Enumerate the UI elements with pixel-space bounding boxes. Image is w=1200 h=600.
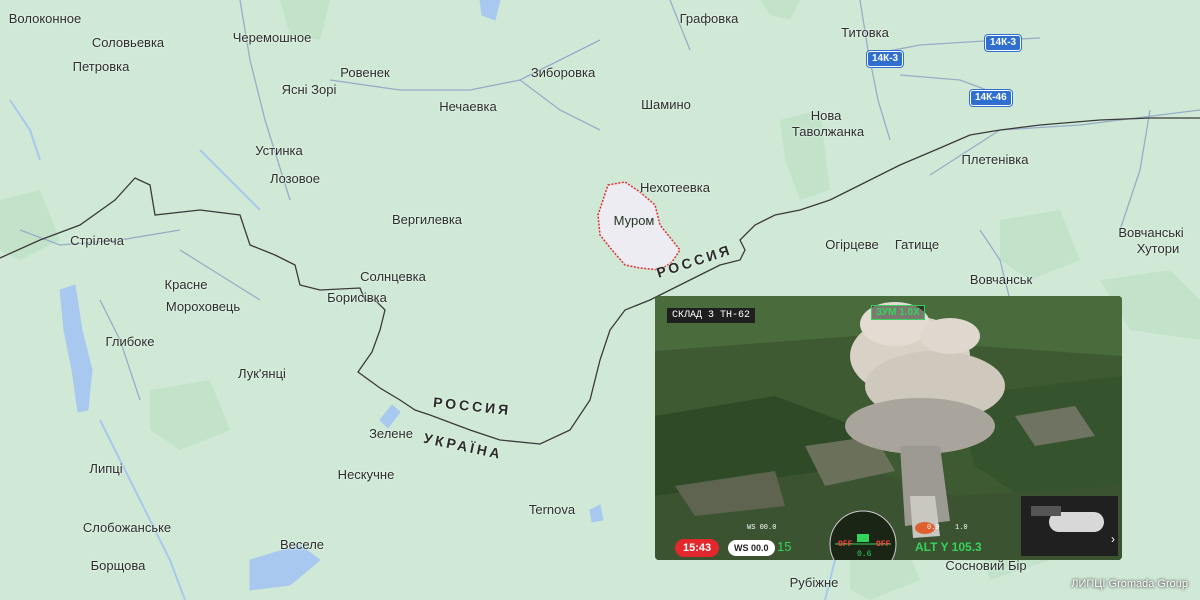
place-label[interactable]: Черемошное (233, 30, 312, 45)
place-label[interactable]: Графовка (680, 11, 739, 26)
place-label[interactable]: Шамино (641, 97, 691, 112)
drone-video-overlay[interactable]: СКЛАД 3 ТН-62 ЗУМ 1.0X 15:43 WS 00.0 15 … (655, 296, 1122, 560)
zoom-indicator: ЗУМ 1.0X (871, 305, 925, 320)
place-label[interactable]: Нескучне (338, 467, 395, 482)
mini-val-right: 1.0 (955, 524, 968, 532)
place-label[interactable]: Борщова (91, 558, 146, 573)
place-label[interactable]: Слобожанське (83, 520, 171, 535)
place-label[interactable]: Нова (811, 108, 842, 123)
place-label[interactable]: Вергилевка (392, 212, 462, 227)
place-label[interactable]: Титовка (841, 25, 889, 40)
place-label[interactable]: Красне (165, 277, 208, 292)
place-label[interactable]: Лук'янці (238, 366, 286, 381)
place-label[interactable]: Волоконное (9, 11, 81, 26)
mini-ws-text: WS 00.0 (747, 524, 777, 532)
road-badge-14k46: 14К-46 (970, 90, 1012, 106)
place-label[interactable]: Вовчанські (1118, 225, 1183, 240)
place-label[interactable]: Гатище (895, 237, 939, 252)
map-credit: ЛИПЦІ Gromada Group (1071, 578, 1188, 590)
place-label[interactable]: Глибоке (106, 334, 155, 349)
mini-val-left: 0.0 (927, 524, 940, 532)
place-label[interactable]: Вовчанськ (970, 272, 1032, 287)
road-badge-14k3-left: 14К-3 (867, 51, 904, 67)
place-label[interactable]: Ясні Зорі (282, 82, 337, 97)
altitude-readout: ALT Y 105.3 (915, 540, 982, 554)
video-header-label: СКЛАД 3 ТН-62 (667, 308, 756, 323)
camera-inset[interactable]: › (1021, 496, 1118, 556)
place-label[interactable]: Стрілеча (70, 233, 124, 248)
wind-speed-pill: WS 00.0 (728, 540, 775, 556)
place-label[interactable]: Таволжанка (792, 124, 864, 139)
place-label[interactable]: Борисівка (327, 290, 387, 305)
place-label[interactable]: Соловьевка (92, 35, 164, 50)
place-label[interactable]: Хутори (1137, 241, 1179, 256)
place-label[interactable]: Солнцевка (360, 269, 426, 284)
gauge-off-right: OFF (876, 540, 891, 549)
place-label[interactable]: Зиборовка (531, 65, 595, 80)
place-label[interactable]: Плетенівка (962, 152, 1029, 167)
place-label[interactable]: Ternova (529, 502, 575, 517)
place-label[interactable]: Рубіжне (790, 575, 839, 590)
place-label[interactable]: Мороховець (166, 299, 240, 314)
place-label[interactable]: Липці (89, 461, 122, 476)
place-label[interactable]: Огірцеве (825, 237, 879, 252)
place-label[interactable]: Петровка (73, 59, 130, 74)
place-label[interactable]: Устинка (255, 143, 303, 158)
gauge-off-left: OFF (838, 540, 853, 549)
wind-speed-value: 15 (777, 539, 792, 554)
road-badge-14k3-right: 14К-3 (985, 35, 1022, 51)
place-label[interactable]: Веселе (280, 537, 324, 552)
place-label[interactable]: Нехотеевка (640, 180, 710, 195)
gauge-value: 0.6 (857, 550, 872, 559)
time-pill: 15:43 (675, 539, 720, 557)
place-label[interactable]: Ровенек (340, 65, 389, 80)
chevron-right-icon[interactable]: › (1111, 532, 1115, 546)
place-label[interactable]: Сосновий Бір (945, 558, 1026, 573)
place-label[interactable]: Нечаевка (439, 99, 497, 114)
place-label[interactable]: Лозовое (270, 171, 320, 186)
place-label[interactable]: Зелене (369, 426, 413, 441)
place-label[interactable]: Муром (614, 213, 655, 228)
